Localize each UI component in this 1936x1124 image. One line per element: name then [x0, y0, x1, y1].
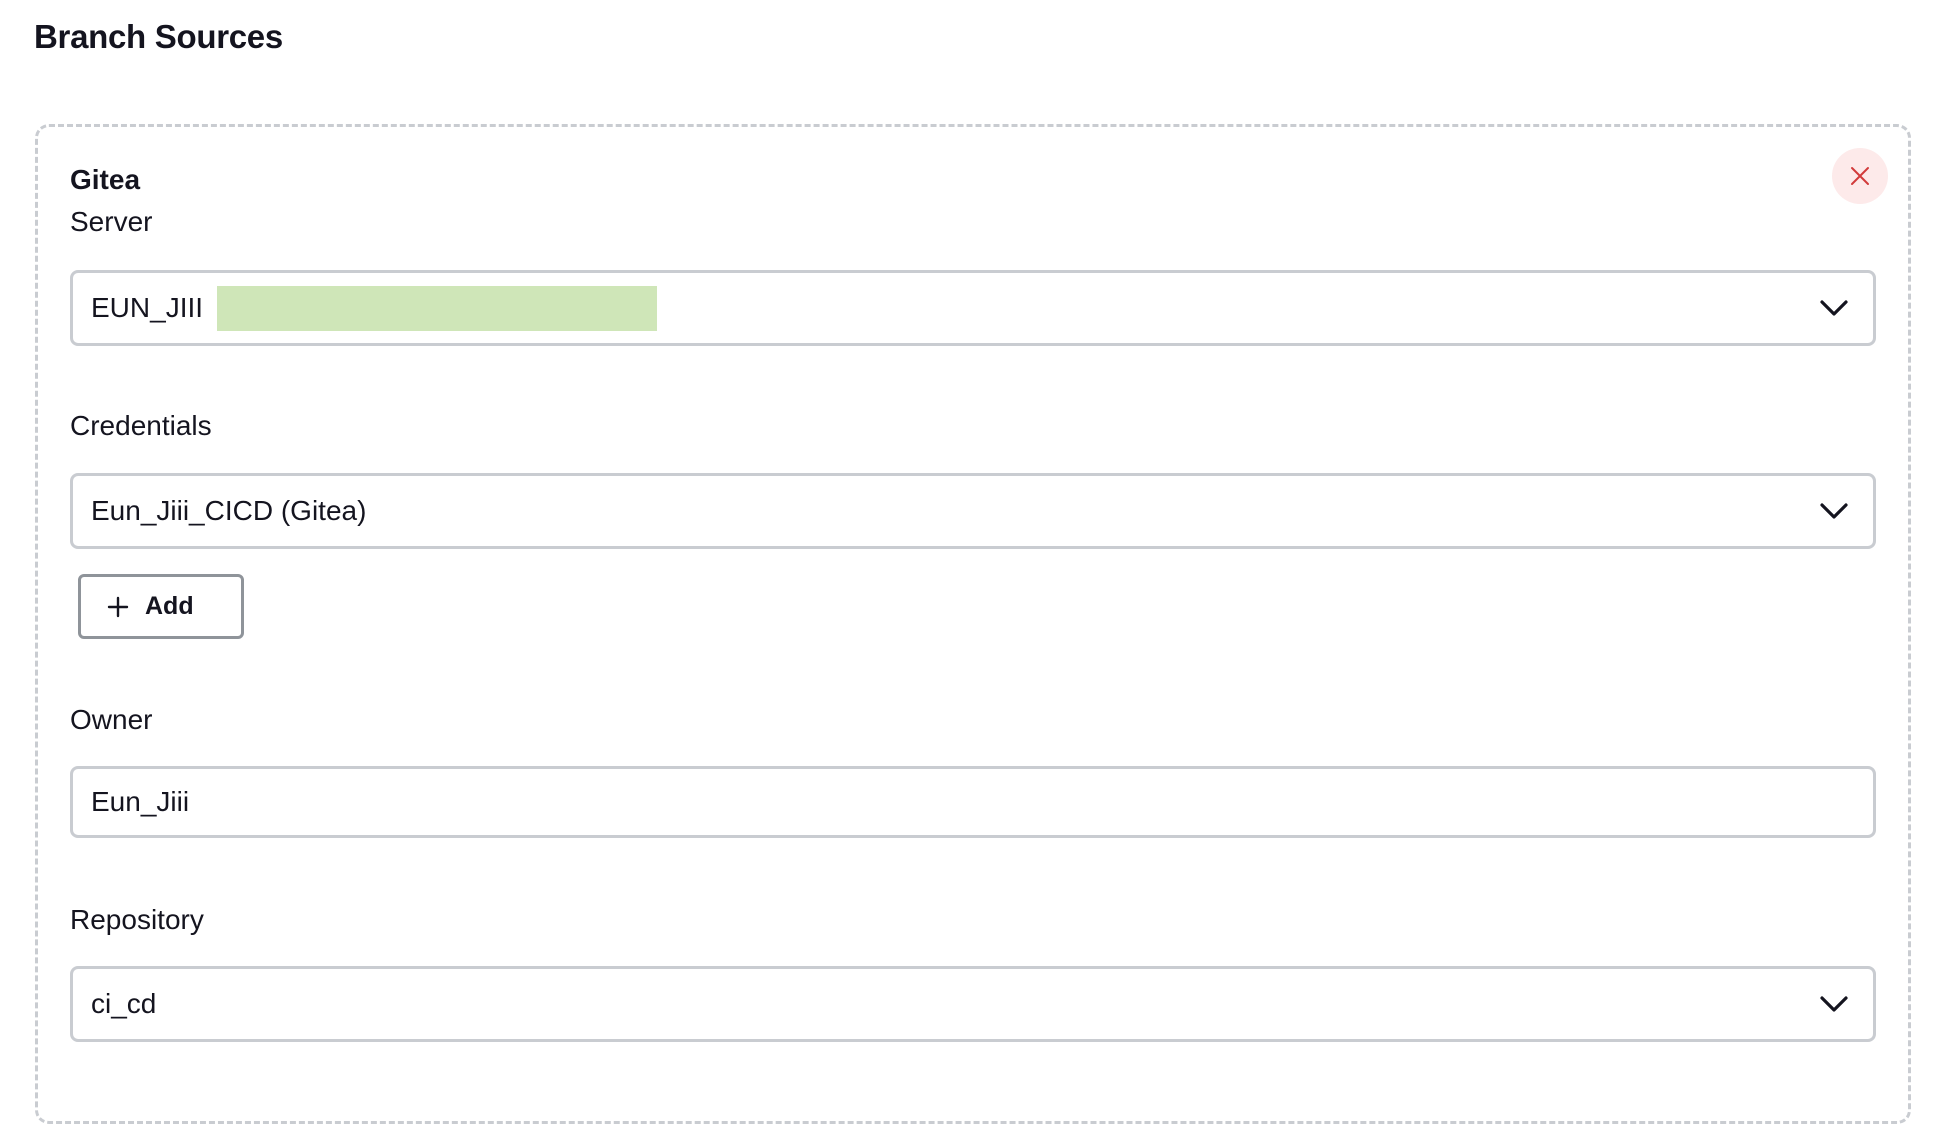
server-label: Server	[70, 206, 153, 237]
source-type-title: Gitea	[70, 164, 141, 195]
repository-select-value: ci_cd	[91, 988, 157, 1019]
server-select-value: EUN_JIII	[91, 292, 204, 323]
add-credentials-button[interactable]: Add	[78, 574, 244, 639]
credentials-select[interactable]: Eun_Jiii_CICD (Gitea)	[70, 473, 1876, 549]
credentials-select-value: Eun_Jiii_CICD (Gitea)	[91, 495, 367, 526]
redacted-region	[217, 285, 658, 331]
chevron-down-icon	[1820, 503, 1848, 519]
repository-label: Repository	[70, 904, 204, 935]
owner-label: Owner	[70, 704, 153, 735]
page-title: Branch Sources	[34, 18, 283, 55]
chevron-down-icon	[1820, 996, 1848, 1012]
owner-input-value: Eun_Jiii	[91, 786, 190, 817]
server-select[interactable]: EUN_JIII	[70, 270, 1876, 346]
plus-icon	[107, 596, 129, 617]
owner-input[interactable]: Eun_Jiii	[70, 766, 1876, 838]
repository-select[interactable]: ci_cd	[70, 966, 1876, 1042]
chevron-down-icon	[1820, 300, 1848, 316]
credentials-label: Credentials	[70, 410, 212, 441]
delete-source-button[interactable]	[1832, 148, 1888, 204]
close-icon	[1851, 167, 1869, 185]
add-button-label: Add	[145, 592, 194, 620]
